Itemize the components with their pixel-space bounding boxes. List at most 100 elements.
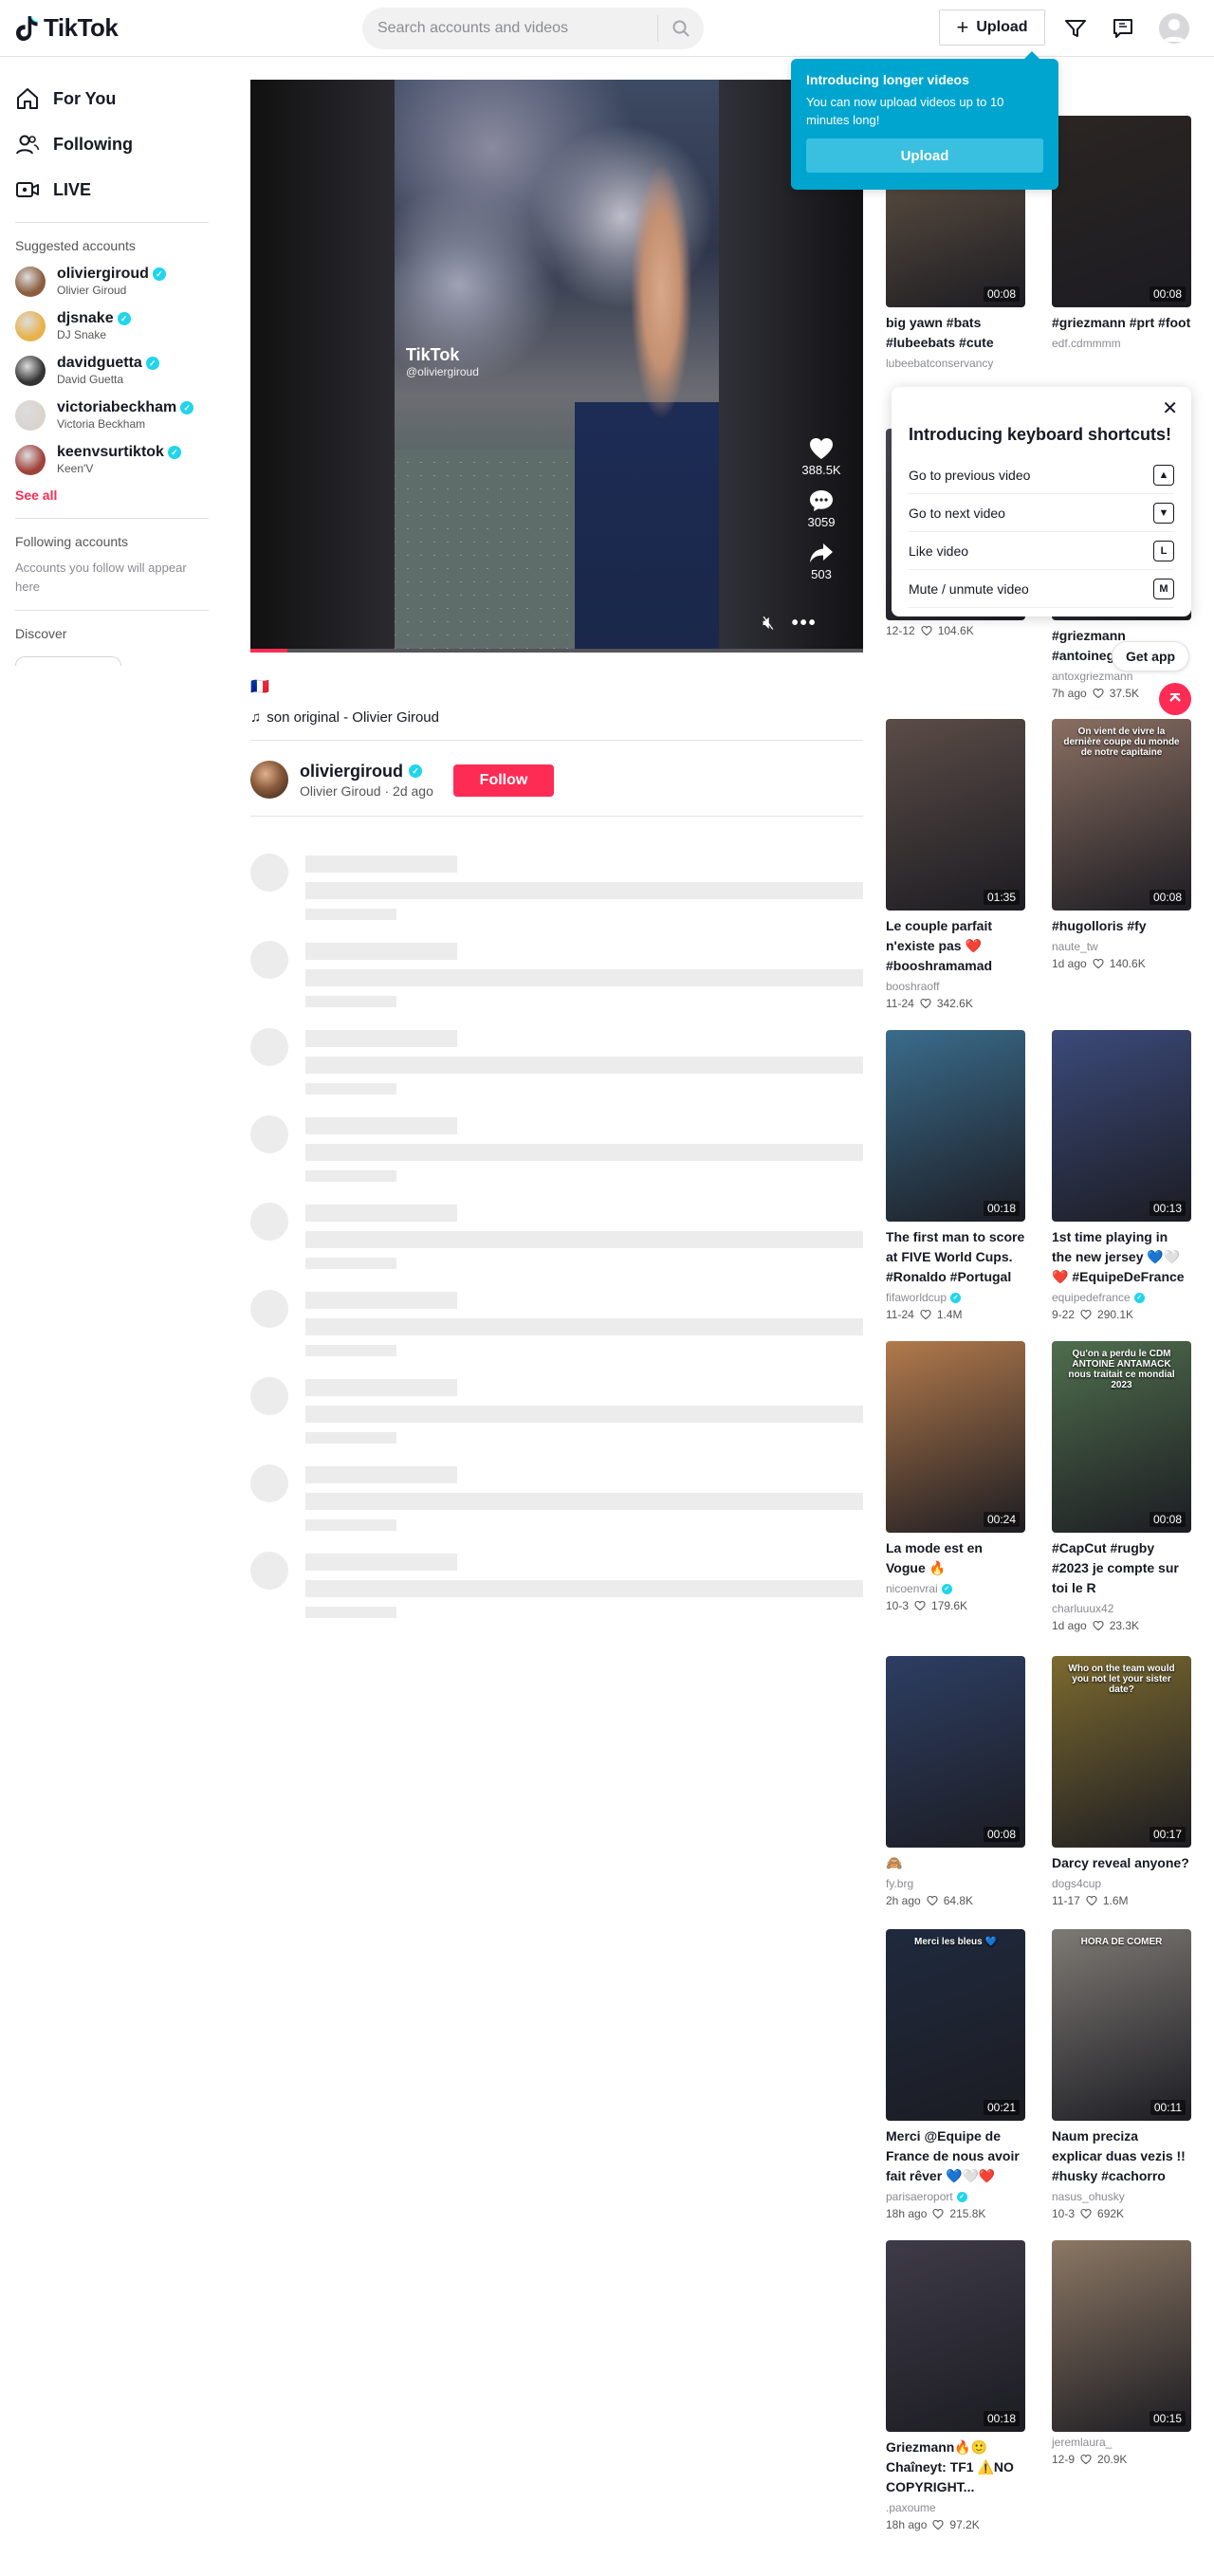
video-card[interactable]: 00:18 The first man to score at FIVE Worl… bbox=[886, 1030, 1025, 1321]
video-title[interactable]: Darcy reveal anyone? bbox=[1052, 1853, 1191, 1873]
discover-tag[interactable] bbox=[15, 656, 121, 666]
inbox-icon[interactable] bbox=[1108, 13, 1138, 44]
close-icon[interactable]: ✕ bbox=[1162, 396, 1178, 420]
video-user[interactable]: equipedefrance ✓ bbox=[1052, 1291, 1191, 1304]
video-title[interactable]: The first man to score at FIVE World Cup… bbox=[886, 1227, 1025, 1287]
scroll-top-button[interactable] bbox=[1159, 683, 1191, 715]
video-title[interactable]: big yawn #bats #lubeebats #cute bbox=[886, 313, 1025, 353]
video-user[interactable]: antoxgriezmann bbox=[1052, 670, 1191, 683]
comment-button[interactable]: 3059 bbox=[797, 487, 846, 529]
video-title[interactable]: Griezmann🔥🙂 Chaîneyt: TF1 ⚠️NO COPYRIGHT… bbox=[886, 2438, 1025, 2497]
search-button[interactable] bbox=[658, 8, 704, 49]
heart-icon bbox=[810, 438, 833, 459]
video-player[interactable]: TikTok @oliviergiroud 388.5K 3059 503 🔇︎… bbox=[250, 80, 863, 653]
video-card[interactable]: Merci les bleus 💙 00:21 Merci @Equipe de F… bbox=[886, 1929, 1025, 2220]
video-user[interactable]: .paxoume bbox=[886, 2501, 1025, 2514]
video-title[interactable]: Le couple parfait n'existe pas ❤️ #boosh… bbox=[886, 916, 1025, 976]
get-app-button[interactable]: Get app bbox=[1112, 641, 1189, 672]
video-card[interactable]: HORA DE COMER 00:11 Naum preciza explicar … bbox=[1052, 1929, 1191, 2220]
video-title[interactable]: #CapCut #rugby #2023 je compte sur toi l… bbox=[1052, 1538, 1191, 1598]
video-title[interactable]: #griezmann #prt #foot bbox=[1052, 313, 1191, 333]
video-user[interactable]: nicoenvrai ✓ bbox=[886, 1582, 1025, 1595]
upload-tooltip: Introducing longer videos You can now up… bbox=[791, 51, 1058, 190]
users-icon bbox=[16, 135, 40, 155]
video-user[interactable]: parisaeroport ✓ bbox=[886, 2190, 1025, 2203]
author-avatar[interactable] bbox=[250, 761, 288, 799]
nav-live[interactable]: LIVE bbox=[15, 167, 209, 212]
video-thumbnail[interactable]: Who on the team would you not let your s… bbox=[1052, 1656, 1191, 1848]
suggested-account[interactable]: oliviergiroud ✓ Olivier Giroud bbox=[0, 259, 224, 304]
video-user[interactable]: lubeebatconservancy bbox=[886, 357, 1025, 370]
tiktok-logo[interactable]: TikTok bbox=[15, 13, 119, 43]
video-thumbnail[interactable]: 00:08 bbox=[886, 1656, 1025, 1848]
more-icon[interactable]: ••• bbox=[792, 613, 818, 635]
video-thumbnail[interactable]: On vient de vivre la dernière coupe du m… bbox=[1052, 719, 1191, 911]
nav-following[interactable]: Following bbox=[15, 121, 209, 167]
video-title[interactable]: Merci @Equipe de France de nous avoir fa… bbox=[886, 2126, 1025, 2186]
search-input[interactable] bbox=[362, 20, 647, 37]
video-title[interactable]: 🙈 bbox=[886, 1853, 1025, 1873]
suggested-account[interactable]: keenvsurtiktok ✓ Keen'V bbox=[0, 437, 224, 482]
suggested-account[interactable]: djsnake ✓ DJ Snake bbox=[0, 304, 224, 348]
video-frame[interactable]: TikTok @oliviergiroud bbox=[395, 80, 719, 653]
suggested-account[interactable]: davidguetta ✓ David Guetta bbox=[0, 348, 224, 393]
video-card[interactable]: 00:08 #griezmann #prt #foot edf.cdmmmm bbox=[1052, 116, 1191, 350]
video-user[interactable]: fy.brg bbox=[886, 1877, 1025, 1890]
video-user[interactable]: jeremlaura_ bbox=[1052, 2436, 1191, 2449]
video-thumbnail[interactable]: Qu'on a perdu le CDM ANTOINE ANTAMACK no… bbox=[1052, 1341, 1191, 1533]
video-user[interactable]: edf.cdmmmm bbox=[1052, 337, 1191, 350]
search-icon bbox=[672, 20, 690, 37]
video-card[interactable]: 00:13 1st time playing in the new jersey … bbox=[1052, 1030, 1191, 1321]
music-link[interactable]: ♫ son original - Olivier Giroud bbox=[250, 709, 439, 726]
mute-icon[interactable]: 🔇︎ bbox=[763, 613, 775, 635]
video-card[interactable]: Who on the team would you not let your s… bbox=[1052, 1656, 1191, 1907]
skeleton-line bbox=[305, 1231, 863, 1248]
video-thumbnail[interactable]: 00:18 bbox=[886, 2240, 1025, 2432]
video-username: booshraoff bbox=[886, 980, 940, 993]
video-card[interactable]: 00:24 La mode est en Vogue 🔥 nicoenvrai ✓ 10… bbox=[886, 1341, 1025, 1612]
video-date: 12-12 bbox=[886, 624, 915, 637]
video-user[interactable]: dogs4cup bbox=[1052, 1877, 1191, 1890]
video-user[interactable]: fifaworldcup ✓ bbox=[886, 1291, 1025, 1304]
heart-outline-icon bbox=[1080, 2454, 1092, 2465]
video-title[interactable]: La mode est en Vogue 🔥 bbox=[886, 1538, 1025, 1578]
video-card[interactable]: 01:35 Le couple parfait n'existe pas ❤️ #… bbox=[886, 719, 1025, 1010]
shortcuts-list: Go to previous video ▲ Go to next video ▼ Li… bbox=[909, 456, 1174, 608]
video-card[interactable]: 00:08 🙈 fy.brg 2h ago 64.8K bbox=[886, 1656, 1025, 1907]
video-thumbnail[interactable]: 00:13 bbox=[1052, 1030, 1191, 1222]
video-thumbnail[interactable]: 00:08 bbox=[1052, 116, 1191, 307]
video-date: 11-17 bbox=[1052, 1894, 1080, 1907]
video-thumbnail[interactable]: 01:35 bbox=[886, 719, 1025, 911]
video-card[interactable]: Qu'on a perdu le CDM ANTOINE ANTAMACK no… bbox=[1052, 1341, 1191, 1632]
comment-skeleton bbox=[250, 1290, 863, 1356]
video-title[interactable]: Naum preciza explicar duas vezis !! #hus… bbox=[1052, 2126, 1191, 2186]
share-button[interactable]: 503 bbox=[797, 539, 846, 581]
follow-button[interactable]: Follow bbox=[453, 764, 554, 797]
tooltip-upload-button[interactable]: Upload bbox=[806, 138, 1043, 173]
suggested-account[interactable]: victoriabeckham ✓ Victoria Beckham bbox=[0, 393, 224, 437]
see-all-link[interactable]: See all bbox=[0, 482, 224, 508]
author-username-row[interactable]: oliviergiroud ✓ bbox=[300, 762, 433, 782]
video-card[interactable]: 00:15 jeremlaura_ 12-9 20.9K bbox=[1052, 2240, 1191, 2466]
video-user[interactable]: naute_tw bbox=[1052, 940, 1191, 953]
video-thumbnail[interactable]: HORA DE COMER 00:11 bbox=[1052, 1929, 1191, 2121]
nav-for-you[interactable]: For You bbox=[15, 76, 209, 121]
video-user[interactable]: nasus_ohusky bbox=[1052, 2190, 1191, 2203]
messages-icon[interactable] bbox=[1060, 13, 1091, 44]
video-card[interactable]: On vient de vivre la dernière coupe du m… bbox=[1052, 719, 1191, 970]
progress-fill bbox=[250, 649, 287, 653]
like-button[interactable]: 388.5K bbox=[797, 434, 846, 477]
video-user[interactable]: charluuux42 bbox=[1052, 1602, 1191, 1615]
video-thumbnail[interactable]: 00:18 bbox=[886, 1030, 1025, 1222]
video-title[interactable]: #hugolloris #fy bbox=[1052, 916, 1191, 936]
video-thumbnail[interactable]: 00:15 bbox=[1052, 2240, 1191, 2432]
profile-avatar[interactable] bbox=[1159, 13, 1189, 44]
video-title[interactable]: 1st time playing in the new jersey 💙🤍❤️ … bbox=[1052, 1227, 1191, 1287]
video-thumbnail[interactable]: 00:24 bbox=[886, 1341, 1025, 1533]
video-likes: 104.6K bbox=[937, 624, 974, 637]
video-thumbnail[interactable]: Merci les bleus 💙 00:21 bbox=[886, 1929, 1025, 2121]
progress-bar[interactable] bbox=[250, 649, 863, 653]
video-card[interactable]: 00:18 Griezmann🔥🙂 Chaîneyt: TF1 ⚠️NO COPY… bbox=[886, 2240, 1025, 2531]
video-user[interactable]: booshraoff bbox=[886, 980, 1025, 993]
upload-button[interactable]: + Upload bbox=[939, 9, 1045, 46]
